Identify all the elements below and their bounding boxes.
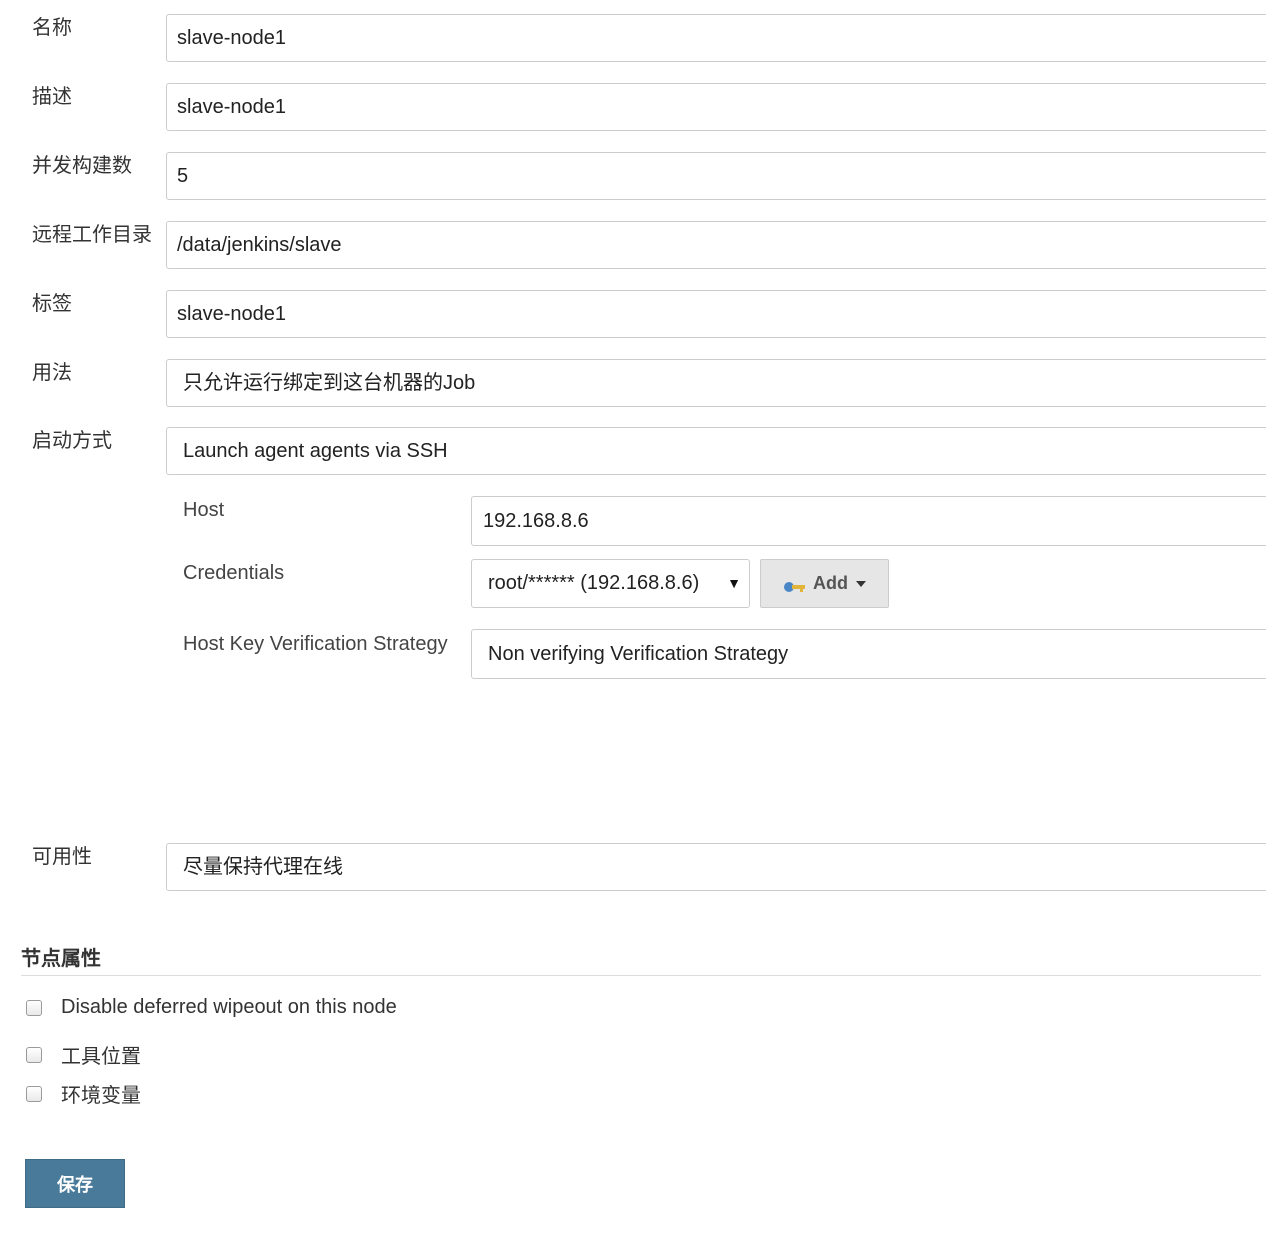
option-env-variables[interactable]: 环境变量 (26, 1079, 141, 1108)
credentials-label: Credentials (183, 562, 285, 584)
description-input[interactable]: slave-node1 (166, 83, 1266, 131)
description-label: 描述 (32, 86, 72, 108)
usage-label: 用法 (32, 362, 72, 384)
option-label: 工具位置 (61, 1046, 141, 1068)
remote-dir-input[interactable]: /data/jenkins/slave (166, 221, 1266, 269)
option-disable-wipeout[interactable]: Disable deferred wipeout on this node (26, 996, 397, 1019)
option-label: Disable deferred wipeout on this node (61, 996, 397, 1018)
launch-label: 启动方式 (32, 430, 112, 452)
executors-label: 并发构建数 (32, 155, 132, 177)
credentials-value: root/****** (192.168.8.6) (488, 572, 700, 594)
host-key-select[interactable]: Non verifying Verification Strategy (471, 629, 1266, 679)
name-label: 名称 (32, 17, 72, 39)
key-icon (783, 577, 807, 592)
host-key-label: Host Key Verification Strategy (183, 633, 448, 655)
node-config-page: 名称 slave-node1 描述 slave-node1 并发构建数 5 远程… (0, 0, 1266, 1252)
dropdown-caret-icon: ▼ (727, 575, 741, 591)
chevron-down-icon (856, 580, 866, 587)
credentials-select[interactable]: root/****** (192.168.8.6) ▼ (471, 559, 750, 608)
labels-input[interactable]: slave-node1 (166, 290, 1266, 338)
launch-select[interactable]: Launch agent agents via SSH (166, 427, 1266, 475)
checkbox[interactable] (26, 999, 42, 1016)
checkbox[interactable] (26, 1046, 42, 1063)
labels-label: 标签 (32, 293, 72, 315)
add-credentials-button[interactable]: Add (760, 559, 889, 608)
add-button-label: Add (813, 573, 848, 593)
usage-select[interactable]: 只允许运行绑定到这台机器的Job (166, 359, 1266, 407)
availability-select[interactable]: 尽量保持代理在线 (166, 843, 1266, 891)
save-button[interactable]: 保存 (25, 1159, 125, 1208)
remote-dir-label: 远程工作目录 (32, 224, 152, 246)
section-divider (21, 975, 1261, 976)
host-label: Host (183, 499, 225, 521)
node-properties-title: 节点属性 (21, 948, 101, 970)
host-input[interactable]: 192.168.8.6 (471, 496, 1266, 546)
executors-input[interactable]: 5 (166, 152, 1266, 200)
availability-label: 可用性 (32, 846, 92, 868)
checkbox[interactable] (26, 1085, 42, 1102)
option-tool-locations[interactable]: 工具位置 (26, 1040, 141, 1069)
name-input[interactable]: slave-node1 (166, 14, 1266, 62)
option-label: 环境变量 (61, 1085, 141, 1107)
